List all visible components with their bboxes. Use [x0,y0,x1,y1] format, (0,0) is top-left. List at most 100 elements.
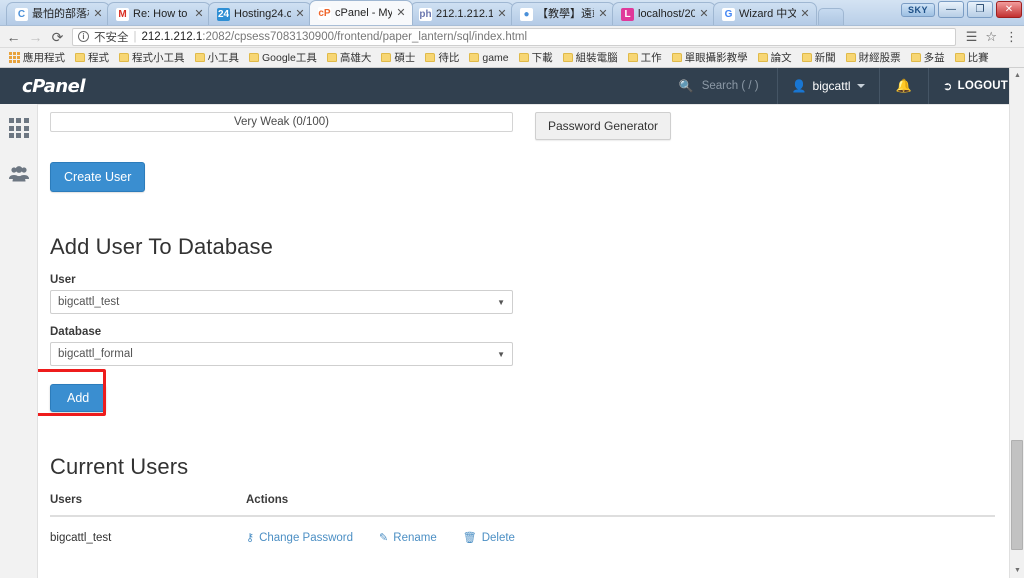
tab-label: 212.1.212.1 / lo [436,7,493,20]
bookmark-item[interactable]: 待比 [421,49,463,66]
translate-icon[interactable]: ☰ [966,29,978,45]
bookmark-item[interactable]: 小工具 [191,49,244,66]
url-text: 212.1.212.1:2082/cpsess7083130900/fronte… [142,31,528,43]
bookmark-item[interactable]: Google工具 [245,49,321,66]
cpanel-logo[interactable]: cPanel [22,76,86,97]
tab-label: localhost/2017 [638,7,695,20]
folder-icon [381,53,392,62]
create-user-button[interactable]: Create User [50,162,146,192]
browser-tab[interactable]: G Wizard 中文 - G ✕ [713,2,817,25]
trash-icon: 🗑 [462,532,477,544]
bell-icon: 🔔 [895,78,912,93]
bookmark-item[interactable]: 多益 [907,49,949,66]
table-row: bigcattl_test ⚷ Change Password ✎ Rename 🗑 Del… [50,516,995,556]
logout-button[interactable]: ➲ LOGOUT [929,79,1012,93]
password-generator-button[interactable]: Password Generator [535,112,672,140]
folder-icon [671,53,682,62]
bookmark-item[interactable]: 應用程式 [5,49,69,66]
bookmark-item[interactable]: game [465,51,512,65]
star-icon[interactable]: ☆ [985,29,997,45]
tab-label: Hosting24.com [234,7,291,20]
table-header-row: Users Actions [50,494,995,517]
tab-close-icon[interactable]: ✕ [699,9,709,20]
bookmark-label: 組裝電腦 [575,52,618,64]
bookmark-item[interactable]: 組裝電腦 [559,49,622,66]
bookmark-item[interactable]: 財經股票 [842,49,905,66]
add-button[interactable]: Add [50,384,107,412]
browser-tab[interactable]: 24 Hosting24.com ✕ [208,2,312,25]
hosting24-icon: 24 [217,7,230,21]
browser-tab[interactable]: ● 【教學】遠端桌 ✕ [511,2,615,25]
bookmark-item[interactable]: 單眼攝影教學 [668,49,752,66]
bookmark-item[interactable]: 碩士 [377,49,419,66]
folder-icon [75,53,85,62]
page-scrollbar[interactable]: ▲ ▼ [1009,68,1024,578]
action-change-password[interactable]: ⚷ Change Password [246,531,353,545]
browser-tab[interactable]: cP cPanel - MySQ ✕ [309,0,413,25]
kebab-menu-icon[interactable]: ⋮ [1005,29,1018,45]
folder-icon [845,53,856,62]
browser-tab[interactable]: M Re: How to use ✕ [107,2,211,25]
minimize-button[interactable]: — [938,1,964,18]
sky-button[interactable]: SKY [900,2,935,17]
action-rename[interactable]: ✎ Rename [379,531,437,545]
close-button[interactable]: ✕ [996,1,1022,18]
action-label: Rename [393,531,437,544]
address-bar[interactable]: i 不安全 | 212.1.212.1:2082/cpsess708313090… [72,27,956,46]
search-input[interactable]: 🔍 Search ( / ) [667,68,778,104]
action-delete[interactable]: 🗑 Delete [462,531,515,545]
cell-username: bigcattl_test [50,531,112,544]
bookmark-item[interactable]: 工作 [624,49,666,66]
maximize-button[interactable]: ❐ [967,1,993,18]
scroll-down-arrow-icon[interactable]: ▼ [1010,563,1024,578]
bookmark-item[interactable]: 比賽 [951,49,993,66]
bookmark-item[interactable]: 程式小工具 [115,49,189,66]
scroll-up-arrow-icon[interactable]: ▲ [1010,68,1024,83]
window-controls: SKY — ❐ ✕ [900,1,1022,18]
tab-close-icon[interactable]: ✕ [598,9,608,20]
add-user-section-title: Add User To Database [50,234,273,259]
search-icon: 🔍 [678,79,694,93]
bookmark-item[interactable]: 高雄大 [323,49,376,66]
database-select[interactable]: bigcattl_formal ▼ [50,342,513,366]
tab-close-icon[interactable]: ✕ [93,9,103,20]
cpanel-header-right: 🔍 Search ( / ) 👤 bigcattl 🔔 ➲ LOGOUT [667,68,1012,104]
bookmark-item[interactable]: 下載 [515,49,557,66]
bookmark-item[interactable]: 程式 [71,49,113,66]
navigation-bar: ← → ⟳ i 不安全 | 212.1.212.1:2082/cpsess708… [0,26,1024,48]
folder-icon [562,53,573,62]
bookmark-item[interactable]: 論文 [754,49,796,66]
new-tab-button[interactable] [818,8,844,25]
bookmark-label: 比賽 [967,52,989,64]
browser-tab[interactable]: Llocalhost/2017 ✕ [612,2,716,25]
pencil-icon: ✎ [379,532,389,544]
sidebar-item-user-manager[interactable] [7,162,31,186]
reload-icon[interactable]: ⟳ [50,30,65,44]
folder-icon [425,53,436,62]
chevron-down-icon: ▼ [497,297,505,307]
user-select[interactable]: bigcattl_test ▼ [50,290,513,314]
back-arrow-icon[interactable]: ← [6,30,21,44]
user-menu[interactable]: 👤 bigcattl [778,68,880,104]
sidebar-item-tools[interactable] [7,116,31,140]
tab-close-icon[interactable]: ✕ [194,9,204,20]
tab-close-icon[interactable]: ✕ [295,9,305,20]
scrollbar-thumb[interactable] [1011,440,1023,550]
bookmark-item[interactable]: 新聞 [798,49,840,66]
bookmark-label: 程式 [88,52,109,64]
folder-icon [518,53,529,62]
not-secure-icon: i [78,31,89,42]
bookmark-label: 財經股票 [858,52,901,64]
browser-tab[interactable]: ph 212.1.212.1 / lo ✕ [410,2,514,25]
column-header-actions: Actions [246,494,995,517]
browser-tab[interactable]: C 最怕的部落格 ::✕ [6,2,110,25]
tab-close-icon[interactable]: ✕ [800,9,810,20]
tab-close-icon[interactable]: ✕ [497,9,507,20]
tab-label: Re: How to use [133,7,190,20]
search-placeholder: Search ( / ) [701,80,759,92]
user-field-label: User [50,274,76,286]
notifications-button[interactable]: 🔔 [880,68,929,104]
security-label: 不安全 [94,31,129,44]
tab-close-icon[interactable]: ✕ [396,8,406,19]
bookmarks-bar: 應用程式 程式 程式小工具 小工具 Google工具 高雄大 碩士 待比 game 下載 組裝電腦 工… [0,48,1024,68]
